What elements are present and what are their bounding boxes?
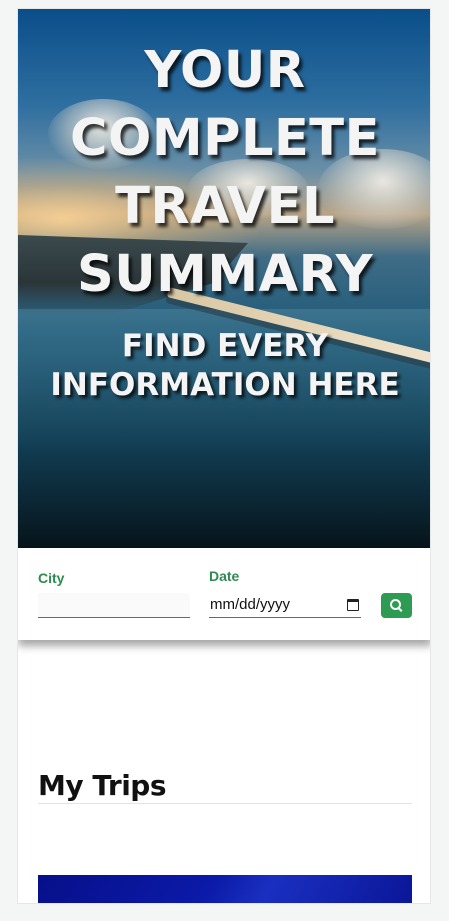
search-button[interactable] xyxy=(381,593,412,618)
hero-title: YOUR COMPLETE TRAVEL SUMMARY xyxy=(18,37,430,309)
search-icon xyxy=(390,599,401,610)
trip-card-image[interactable] xyxy=(38,875,412,903)
date-label: Date xyxy=(209,568,240,584)
hero-banner: YOUR COMPLETE TRAVEL SUMMARY FIND EVERY … xyxy=(18,9,430,548)
page-frame: YOUR COMPLETE TRAVEL SUMMARY FIND EVERY … xyxy=(17,8,431,904)
hero-title-line: SUMMARY xyxy=(76,245,374,304)
calendar-icon[interactable] xyxy=(347,598,359,611)
hero-subtitle-line: FIND EVERY xyxy=(121,328,329,364)
hero-subtitle-line: INFORMATION HERE xyxy=(50,367,400,403)
my-trips-heading: My Trips xyxy=(38,769,167,802)
city-input[interactable] xyxy=(38,593,190,618)
date-input[interactable]: mm/dd/yyyy xyxy=(209,592,361,618)
date-placeholder: mm/dd/yyyy xyxy=(210,596,291,613)
section-divider xyxy=(38,803,412,804)
hero-title-line: TRAVEL xyxy=(115,177,335,236)
search-card: City Date mm/dd/yyyy xyxy=(18,548,430,640)
hero-title-line: YOUR xyxy=(144,41,306,100)
hero-title-line: COMPLETE xyxy=(70,109,380,168)
hero-subtitle: FIND EVERY INFORMATION HERE xyxy=(18,327,430,405)
city-label: City xyxy=(38,570,65,586)
